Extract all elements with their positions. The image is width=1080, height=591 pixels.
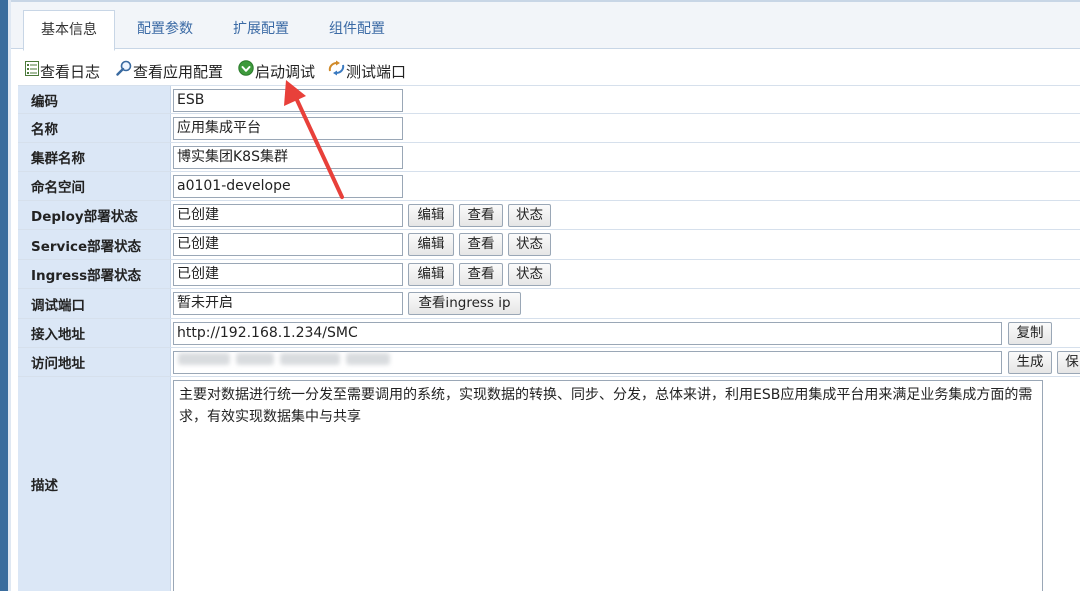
tab-extended-config[interactable]: 扩展配置 bbox=[221, 10, 301, 51]
row-ingress-status: Ingress部署状态 已创建 编辑 查看 状态 bbox=[18, 260, 1080, 289]
namespace-field[interactable]: a0101-develope bbox=[173, 175, 403, 198]
service-view-button[interactable]: 查看 bbox=[459, 233, 503, 256]
redacted-block bbox=[178, 353, 230, 365]
view-app-config-button[interactable]: 查看应用配置 bbox=[116, 60, 223, 84]
access-address-field[interactable]: http://192.168.1.234/SMC bbox=[173, 322, 1002, 345]
redacted-block bbox=[346, 353, 390, 365]
tab-bar: 基本信息 配置参数 扩展配置 组件配置 bbox=[11, 0, 1080, 51]
service-status-field[interactable]: 已创建 bbox=[173, 233, 403, 256]
tab-config-params[interactable]: 配置参数 bbox=[125, 10, 205, 51]
start-debug-label: 启动调试 bbox=[255, 63, 316, 81]
deploy-view-button[interactable]: 查看 bbox=[459, 204, 503, 227]
row-namespace: 命名空间 a0101-develope bbox=[18, 172, 1080, 201]
service-edit-button[interactable]: 编辑 bbox=[408, 233, 454, 256]
service-status-label: Service部署状态 bbox=[18, 230, 171, 259]
cluster-field[interactable]: 博实集团K8S集群 bbox=[173, 146, 403, 169]
row-visit-address: 访问地址 生成 保 bbox=[18, 348, 1080, 377]
magnifier-icon bbox=[116, 59, 132, 83]
deploy-status-button[interactable]: 状态 bbox=[508, 204, 551, 227]
window-left-edge bbox=[0, 0, 8, 591]
deploy-status-label: Deploy部署状态 bbox=[18, 201, 171, 229]
deploy-status-field[interactable]: 已创建 bbox=[173, 204, 403, 227]
view-log-button[interactable]: 查看日志 bbox=[25, 60, 100, 84]
plug-icon bbox=[328, 59, 345, 83]
generate-button[interactable]: 生成 bbox=[1008, 351, 1052, 374]
code-field[interactable]: ESB bbox=[173, 89, 403, 112]
service-status-button[interactable]: 状态 bbox=[508, 233, 551, 256]
ingress-view-button[interactable]: 查看 bbox=[459, 263, 503, 286]
ingress-status-label: Ingress部署状态 bbox=[18, 260, 171, 288]
play-circle-icon bbox=[238, 59, 254, 83]
cluster-label: 集群名称 bbox=[18, 143, 171, 171]
access-address-label: 接入地址 bbox=[18, 319, 171, 347]
row-service-status: Service部署状态 已创建 编辑 查看 状态 bbox=[18, 230, 1080, 260]
description-textarea[interactable]: 主要对数据进行统一分发至需要调用的系统，实现数据的转换、同步、分发，总体来讲，利… bbox=[173, 380, 1043, 591]
save-button[interactable]: 保 bbox=[1057, 351, 1080, 374]
toolbar: 查看日志 查看应用配置 启动调试 测试端口 bbox=[11, 59, 1080, 84]
tab-component-config[interactable]: 组件配置 bbox=[317, 10, 397, 51]
redacted-block bbox=[236, 353, 274, 365]
description-label: 描述 bbox=[18, 377, 171, 591]
ingress-status-button[interactable]: 状态 bbox=[508, 263, 551, 286]
row-deploy-status: Deploy部署状态 已创建 编辑 查看 状态 bbox=[18, 201, 1080, 230]
ingress-edit-button[interactable]: 编辑 bbox=[408, 263, 454, 286]
row-description: 描述 主要对数据进行统一分发至需要调用的系统，实现数据的转换、同步、分发，总体来… bbox=[18, 377, 1080, 591]
view-log-label: 查看日志 bbox=[40, 63, 101, 81]
visit-address-label: 访问地址 bbox=[18, 348, 171, 376]
deploy-edit-button[interactable]: 编辑 bbox=[408, 204, 454, 227]
debug-port-label: 调试端口 bbox=[18, 289, 171, 318]
list-icon bbox=[25, 59, 39, 83]
row-code: 编码 ESB bbox=[18, 85, 1080, 114]
copy-button[interactable]: 复制 bbox=[1008, 322, 1052, 345]
start-debug-button[interactable]: 启动调试 bbox=[238, 59, 316, 84]
code-label: 编码 bbox=[18, 86, 171, 113]
ingress-status-field[interactable]: 已创建 bbox=[173, 263, 403, 286]
redacted-block bbox=[280, 353, 340, 365]
view-ingress-ip-button[interactable]: 查看ingress ip bbox=[408, 292, 521, 315]
test-port-label: 测试端口 bbox=[346, 63, 407, 81]
window-left-edge-highlight bbox=[8, 0, 11, 591]
row-access-address: 接入地址 http://192.168.1.234/SMC 复制 bbox=[18, 319, 1080, 348]
row-debug-port: 调试端口 暂未开启 查看ingress ip bbox=[18, 289, 1080, 319]
tab-basic-info[interactable]: 基本信息 bbox=[23, 10, 115, 51]
name-field[interactable]: 应用集成平台 bbox=[173, 117, 403, 140]
row-name: 名称 应用集成平台 bbox=[18, 114, 1080, 143]
debug-port-field[interactable]: 暂未开启 bbox=[173, 292, 403, 315]
view-app-config-label: 查看应用配置 bbox=[133, 63, 224, 81]
row-cluster: 集群名称 博实集团K8S集群 bbox=[18, 143, 1080, 172]
namespace-label: 命名空间 bbox=[18, 172, 171, 200]
test-port-button[interactable]: 测试端口 bbox=[328, 60, 406, 84]
name-label: 名称 bbox=[18, 114, 171, 142]
